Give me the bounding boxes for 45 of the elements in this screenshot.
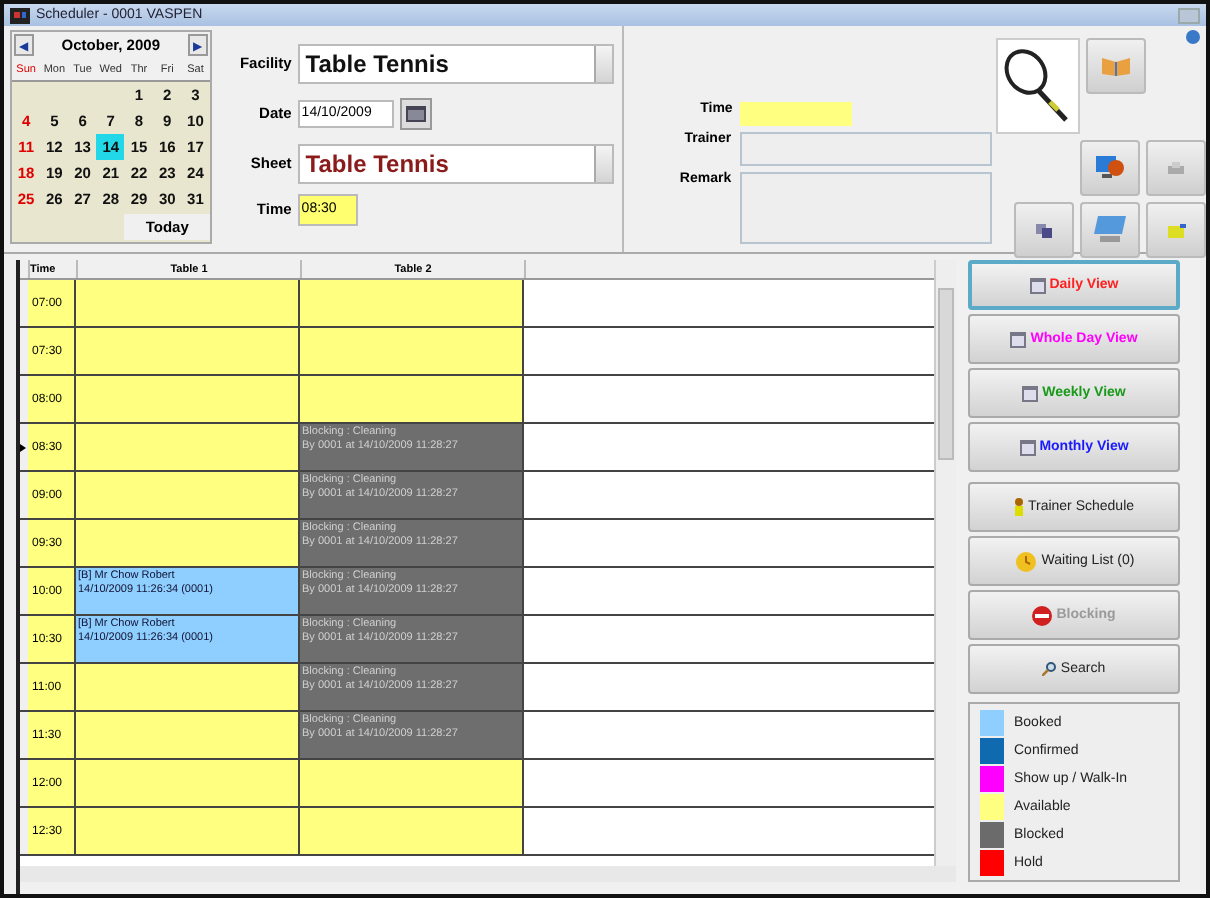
available-slot[interactable]	[74, 376, 298, 422]
calendar-icon	[1010, 331, 1027, 347]
available-slot[interactable]	[74, 712, 298, 758]
available-slot[interactable]	[74, 664, 298, 710]
clock-icon	[1013, 551, 1038, 571]
sheet-dropdown[interactable]: Table Tennis	[297, 143, 614, 183]
printer-icon	[1168, 161, 1184, 175]
folder-button[interactable]	[1146, 202, 1206, 258]
app-icon	[10, 6, 30, 24]
monitor-icon	[1094, 216, 1126, 244]
trainer-field[interactable]	[739, 132, 993, 166]
vertical-scrollbar[interactable]	[934, 260, 956, 866]
available-slot[interactable]	[74, 520, 298, 566]
calendar-button[interactable]	[399, 97, 432, 129]
facility-dropdown[interactable]: Table Tennis	[297, 43, 614, 83]
available-slot[interactable]	[74, 472, 298, 518]
horizontal-scrollbar[interactable]	[20, 866, 956, 882]
time-field[interactable]	[740, 102, 853, 126]
window-button[interactable]	[1178, 7, 1200, 23]
calendar-icon	[1019, 439, 1036, 455]
computer-user-icon	[1096, 154, 1124, 182]
person-icon	[1013, 498, 1024, 516]
help-icon[interactable]	[1186, 30, 1200, 44]
copy-icon	[1036, 223, 1052, 237]
available-slot[interactable]	[298, 280, 522, 326]
remark-field[interactable]	[739, 172, 993, 244]
book-icon	[1102, 56, 1131, 76]
available-slot[interactable]	[298, 328, 522, 374]
available-slot[interactable]	[74, 424, 298, 470]
copy-button[interactable]	[1014, 202, 1074, 258]
available-slot[interactable]	[74, 328, 298, 374]
available-slot[interactable]	[298, 808, 522, 854]
available-slot[interactable]	[74, 808, 298, 854]
available-slot[interactable]	[74, 760, 298, 806]
search-icon	[1042, 662, 1057, 676]
book-button[interactable]	[1086, 38, 1147, 94]
calendar-icon	[405, 105, 426, 121]
calendar-icon	[1022, 385, 1039, 401]
folder-icon	[1167, 223, 1185, 237]
available-slot[interactable]	[74, 280, 298, 326]
no-entry-icon	[1032, 605, 1053, 625]
available-slot[interactable]	[298, 760, 522, 806]
available-slot[interactable]	[298, 376, 522, 422]
computer-button[interactable]	[1080, 140, 1140, 196]
calendar-icon	[1029, 277, 1046, 293]
